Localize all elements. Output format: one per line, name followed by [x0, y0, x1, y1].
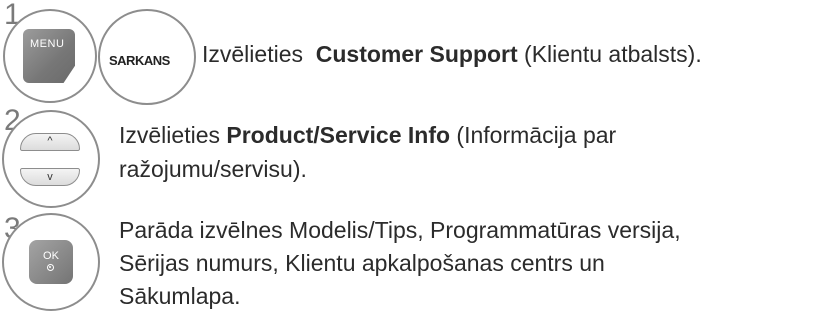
- step-3-line2: Sērijas numurs, Klientu apkalpošanas cen…: [119, 250, 605, 276]
- step-1-text-bold: Customer Support: [315, 41, 518, 67]
- step-3-line1: Parāda izvēlnes Modelis/Tips, Programmat…: [119, 217, 681, 243]
- up-button: ^: [20, 133, 80, 151]
- menu-key-label: MENU: [30, 38, 65, 50]
- step-1-text-before: Izvēlieties: [202, 41, 316, 67]
- up-arrow-icon: ^: [47, 135, 53, 147]
- red-key-label: SARKANS: [109, 53, 170, 68]
- down-button: v: [20, 168, 80, 186]
- step-3-line3: Sākumlapa.: [119, 283, 241, 309]
- ok-key-label: OK: [43, 250, 59, 262]
- step-2-text-before: Izvēlieties: [119, 122, 227, 148]
- step-1-text-after: (Klientu atbalsts).: [517, 41, 702, 67]
- ok-key-icon: OK: [29, 240, 73, 284]
- step-2-text-after: (Informācija par: [450, 122, 617, 148]
- down-arrow-icon: v: [47, 171, 53, 183]
- step-2-text-bold: Product/Service Info: [226, 122, 451, 148]
- step-1-text: Izvēlieties Customer Support (Klientu at…: [202, 37, 702, 71]
- step-3-text: Parāda izvēlnes Modelis/Tips, Programmat…: [119, 214, 681, 313]
- step-2-text: Izvēlieties Product/Service Info (Inform…: [119, 118, 616, 186]
- ok-dot-icon: [47, 264, 54, 271]
- step-2-text-line2: ražojumu/servisu).: [119, 156, 307, 182]
- nav-key-circle: [2, 110, 100, 208]
